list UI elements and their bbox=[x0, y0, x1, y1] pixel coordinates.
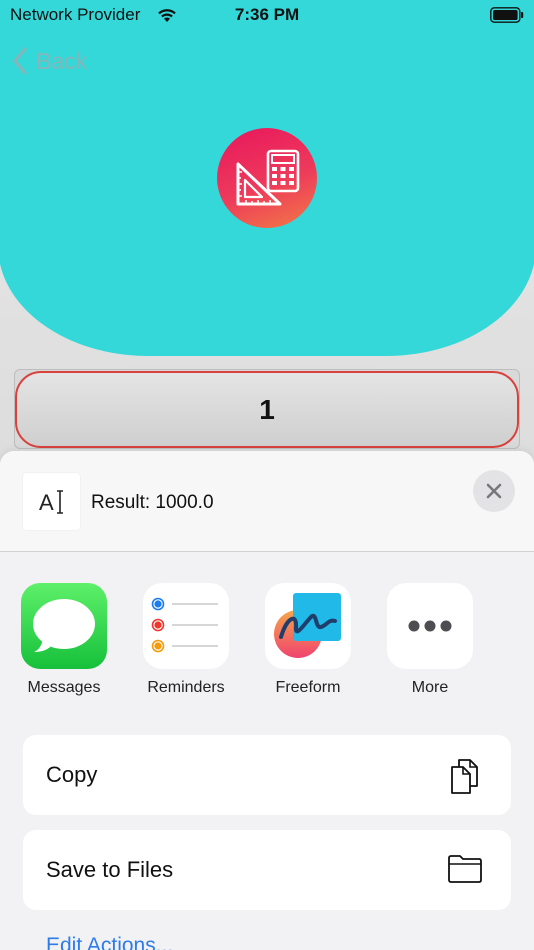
battery-icon bbox=[490, 7, 524, 23]
share-app-label: Freeform bbox=[275, 679, 341, 696]
share-sheet: A Result: 1000.0 Messages Reminders Free… bbox=[0, 451, 534, 950]
share-app-messages[interactable]: Messages bbox=[9, 583, 119, 697]
back-button[interactable]: Back bbox=[12, 44, 87, 78]
share-sheet-header: A Result: 1000.0 bbox=[0, 451, 534, 552]
share-app-label: Messages bbox=[27, 679, 101, 696]
save-to-files-action[interactable]: Save to Files bbox=[23, 830, 511, 910]
reminders-icon bbox=[143, 583, 229, 669]
messages-icon bbox=[21, 583, 107, 669]
share-app-label: Reminders bbox=[147, 679, 225, 696]
edit-actions-link[interactable]: Edit Actions... bbox=[46, 934, 173, 950]
chevron-left-icon bbox=[13, 47, 27, 75]
status-bar: Network Provider 7:36 PM bbox=[0, 0, 534, 30]
calculator-ruler-icon bbox=[236, 149, 300, 206]
share-app-label: More bbox=[411, 679, 449, 696]
close-icon bbox=[486, 483, 502, 499]
share-app-reminders[interactable]: Reminders bbox=[131, 583, 241, 697]
action-label: Save to Files bbox=[46, 857, 174, 882]
freeform-icon bbox=[265, 583, 351, 669]
copy-icon bbox=[451, 759, 478, 794]
share-app-freeform[interactable]: Freeform bbox=[253, 583, 363, 697]
share-apps-row: Messages Reminders Freeform More bbox=[0, 583, 534, 703]
calculator-display: 1 bbox=[15, 371, 519, 448]
more-icon bbox=[387, 583, 473, 669]
preview-thumbnail: A bbox=[23, 473, 80, 530]
screen: Network Provider 7:36 PM Back 1 A Result… bbox=[0, 0, 534, 950]
copy-action[interactable]: Copy bbox=[23, 735, 511, 815]
back-label: Back bbox=[36, 47, 88, 74]
app-logo bbox=[217, 128, 317, 228]
text-document-icon: A bbox=[39, 490, 63, 515]
action-label: Copy bbox=[46, 762, 98, 787]
close-button[interactable] bbox=[473, 470, 515, 512]
svg-text:A: A bbox=[39, 490, 54, 515]
folder-icon bbox=[448, 855, 482, 883]
clock-time: 7:36 PM bbox=[234, 5, 300, 24]
preview-title: Result: 1000.0 bbox=[91, 492, 214, 513]
share-app-more[interactable]: More bbox=[375, 583, 485, 697]
